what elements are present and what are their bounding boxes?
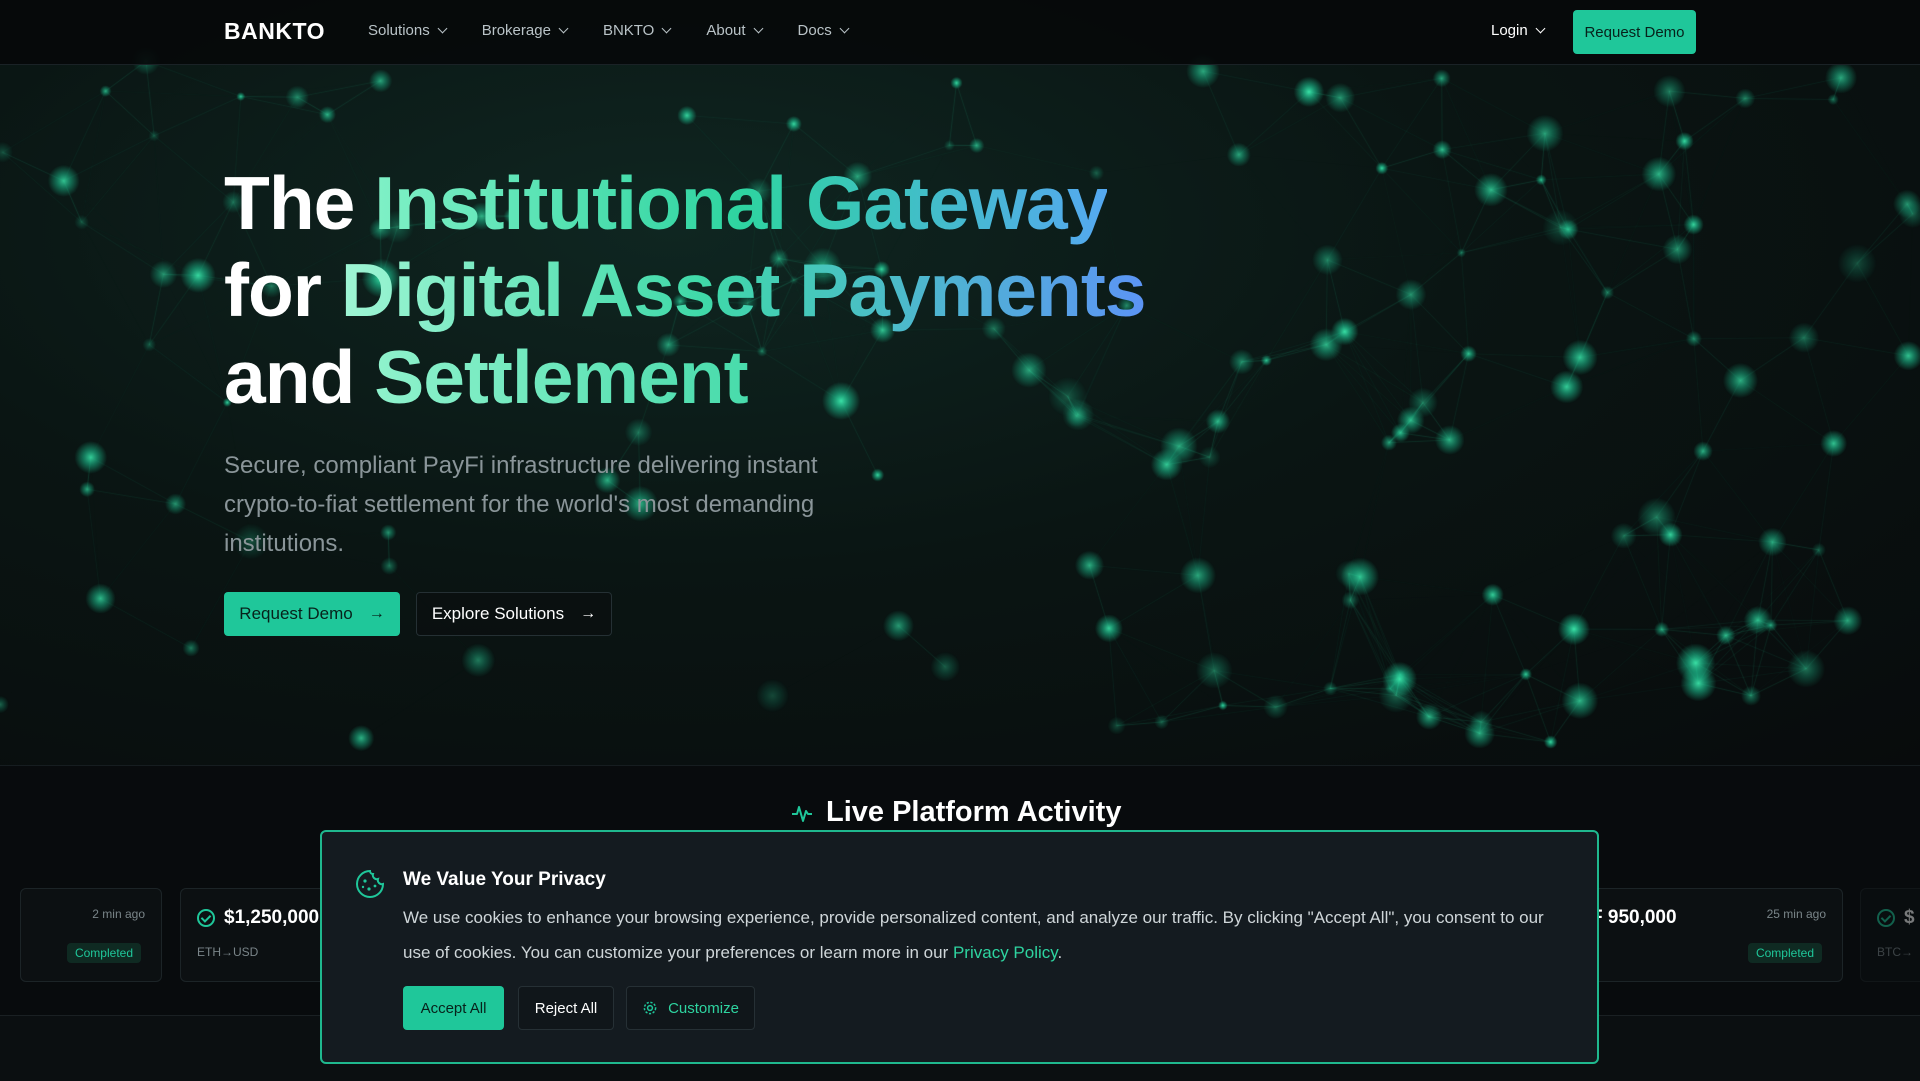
transaction-card: $ BTC→: [1860, 888, 1920, 982]
status-badge: Completed: [66, 943, 141, 963]
arrow-right-icon: →: [580, 605, 597, 622]
chevron-down-icon: [437, 23, 448, 34]
cookie-title: We Value Your Privacy: [403, 869, 606, 890]
headline-highlight: Settlement: [374, 335, 748, 419]
button-label: Customize: [668, 999, 739, 1017]
status-badge: Completed: [1747, 943, 1822, 963]
hero-request-demo-button[interactable]: Request Demo →: [224, 592, 400, 636]
activity-title: Live Platform Activity: [790, 796, 1121, 829]
cookie-consent-dialog: We Value Your Privacy We use cookies to …: [320, 830, 1599, 1064]
headline-highlight: Institutional Gateway: [374, 161, 1108, 245]
transaction-card: F 950,000 25 min ago Completed: [1560, 888, 1843, 982]
nav-label: Docs: [797, 22, 832, 39]
nav-label: Solutions: [368, 22, 430, 39]
chevron-down-icon: [661, 23, 672, 34]
privacy-policy-link[interactable]: Privacy Policy: [953, 943, 1058, 962]
cookie-message: We use cookies to enhance your browsing …: [403, 900, 1563, 970]
nav-brokerage[interactable]: Brokerage: [481, 22, 569, 39]
nav-label: Brokerage: [481, 22, 551, 39]
button-label: Explore Solutions: [431, 604, 565, 623]
headline-text: The: [224, 161, 375, 245]
accept-all-button[interactable]: Accept All: [403, 986, 504, 1030]
login-label: Login: [1491, 22, 1528, 39]
amount-value: $1,250,000: [224, 907, 320, 928]
transaction-card: $1,250,000 ETH→USD: [180, 888, 340, 982]
nav-solutions[interactable]: Solutions: [368, 22, 448, 39]
nav-bnkto[interactable]: BNKTO: [602, 22, 672, 39]
transaction-time: 25 min ago: [1766, 907, 1826, 921]
nav-about[interactable]: About: [706, 22, 763, 39]
check-circle-icon: [197, 909, 215, 927]
customize-button[interactable]: Customize: [626, 986, 755, 1030]
activity-title-text: Live Platform Activity: [826, 796, 1122, 828]
amount-value: $: [1904, 907, 1915, 928]
button-label: Request Demo: [239, 604, 353, 623]
header-request-demo-button[interactable]: Request Demo: [1573, 10, 1696, 54]
nav-label: About: [706, 22, 746, 39]
hero-headline: The Institutional Gateway for Digital As…: [224, 160, 1204, 421]
headline-text: and: [224, 335, 375, 419]
chevron-down-icon: [558, 23, 569, 34]
cookie-icon: [356, 869, 385, 898]
chevron-down-icon: [839, 23, 850, 34]
explore-solutions-button[interactable]: Explore Solutions →: [416, 592, 612, 636]
transaction-time: 2 min ago: [92, 907, 145, 921]
activity-pulse-icon: [792, 805, 812, 822]
transaction-amount: $: [1877, 907, 1915, 929]
cookie-message-period: .: [1057, 943, 1063, 962]
currency-pair: BTC→: [1877, 945, 1913, 959]
chevron-down-icon: [1535, 23, 1546, 34]
currency-pair: ETH→USD: [197, 945, 259, 959]
transaction-amount: $1,250,000: [197, 907, 319, 929]
transaction-card: 2 min ago Completed: [20, 888, 162, 982]
login-menu[interactable]: Login: [1491, 22, 1546, 39]
transaction-amount: F 950,000: [1591, 907, 1677, 928]
top-navbar: BANKTO Solutions Brokerage BNKTO About D…: [0, 0, 1920, 65]
headline-highlight: Digital Asset Payments: [340, 248, 1147, 332]
check-circle-icon: [1877, 909, 1895, 927]
chevron-down-icon: [753, 23, 763, 34]
main-nav: Solutions Brokerage BNKTO About Docs: [368, 22, 884, 39]
reject-all-button[interactable]: Reject All: [518, 986, 614, 1030]
arrow-right-icon: →: [368, 605, 385, 622]
headline-text: for: [224, 248, 341, 332]
brand-logo[interactable]: BANKTO: [224, 18, 325, 45]
gear-icon: [643, 1001, 657, 1015]
nav-docs[interactable]: Docs: [797, 22, 850, 39]
hero-subtitle: Secure, compliant PayFi infrastructure d…: [224, 452, 818, 557]
nav-label: BNKTO: [602, 22, 655, 39]
